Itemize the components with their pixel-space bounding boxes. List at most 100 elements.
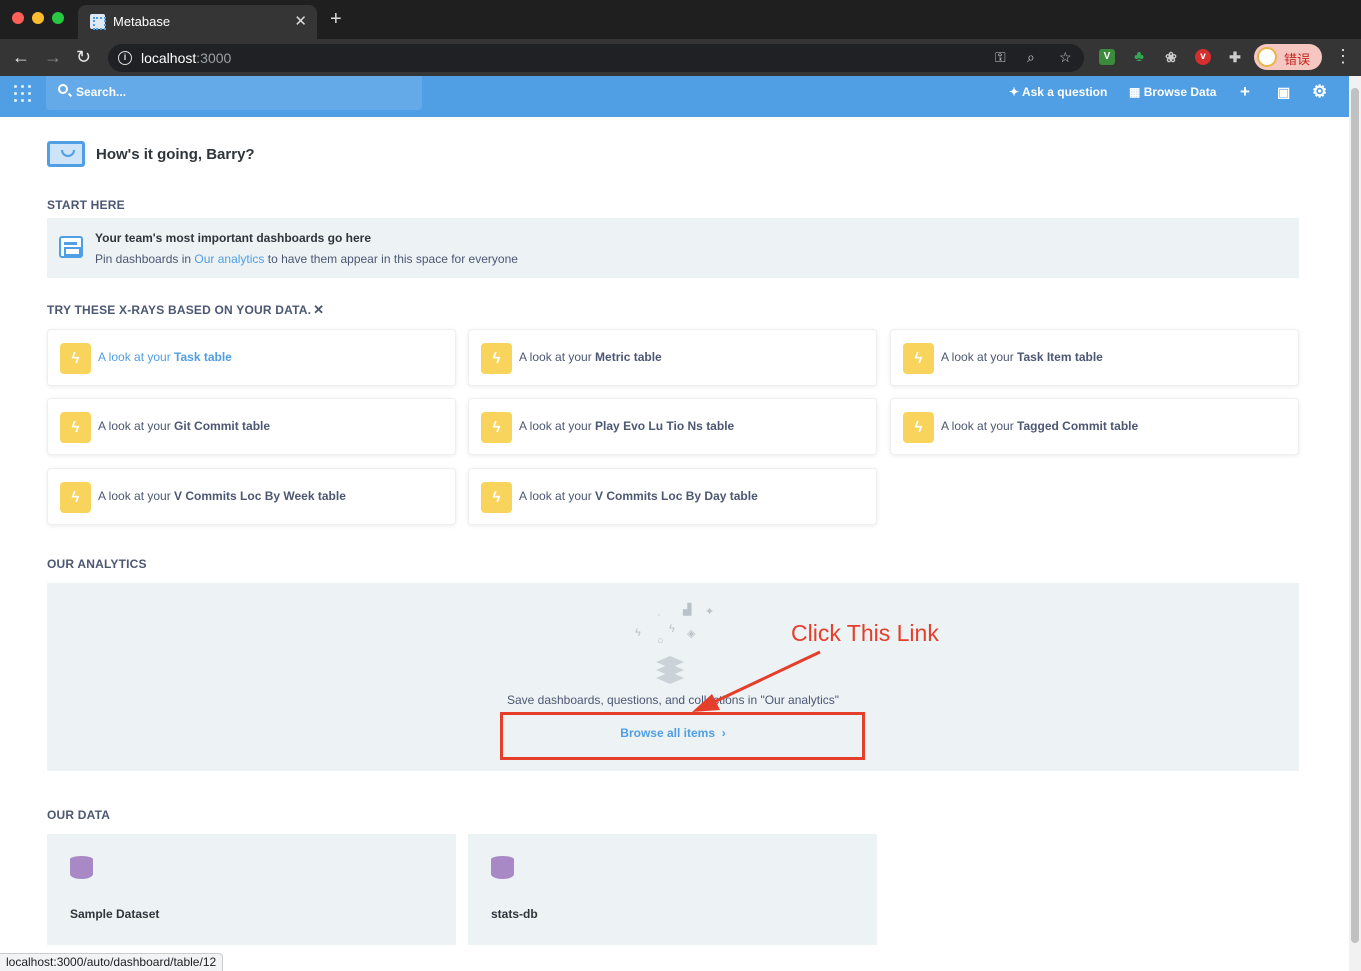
vim-extension-icon[interactable]: V bbox=[1099, 49, 1115, 65]
key-icon[interactable]: ⚿ bbox=[995, 49, 1006, 66]
xray-card[interactable]: ϟ A look at your Tagged Commit table bbox=[890, 398, 1299, 455]
our-analytics-link[interactable]: Our analytics bbox=[194, 252, 264, 266]
activity-icon[interactable]: ▣ bbox=[1277, 84, 1290, 101]
extensions-puzzle-icon[interactable]: ✚ bbox=[1227, 49, 1243, 65]
bookmark-star-icon[interactable]: ☆ bbox=[1059, 49, 1072, 66]
maximize-window-button[interactable] bbox=[52, 12, 64, 24]
dashboard-icon bbox=[59, 236, 83, 258]
new-tab-button[interactable]: + bbox=[330, 9, 342, 29]
ask-question-label: Ask a question bbox=[1021, 85, 1108, 99]
address-bar[interactable]: i localhost:3000 ⚿ ⌕ ☆ bbox=[108, 44, 1084, 72]
v-extension-icon[interactable]: v bbox=[1195, 49, 1211, 65]
gear-icon[interactable]: ⚙ bbox=[1312, 82, 1327, 102]
greeting-heading: How's it going, Barry? bbox=[96, 146, 255, 163]
database-card[interactable]: stats-db bbox=[468, 834, 877, 945]
xray-card[interactable]: ϟ A look at your V Commits Loc By Day ta… bbox=[468, 468, 877, 525]
search-input[interactable]: Search... bbox=[46, 76, 422, 110]
xray-card[interactable]: ϟ A look at your Task table bbox=[47, 329, 456, 386]
plus-icon[interactable]: + bbox=[1240, 82, 1250, 102]
metabase-logo-icon[interactable] bbox=[14, 85, 32, 103]
url-host: localhost bbox=[141, 50, 197, 66]
collection-layers-icon bbox=[654, 656, 686, 686]
dismiss-xrays-icon[interactable]: ✕ bbox=[313, 302, 324, 317]
xray-table-name: V Commits Loc By Week table bbox=[174, 489, 346, 503]
ask-question-button[interactable]: ✦ Ask a question bbox=[1009, 85, 1107, 99]
browser-menu-icon[interactable]: ⋮ bbox=[1334, 46, 1352, 67]
xray-card[interactable]: ϟ A look at your Metric table bbox=[468, 329, 877, 386]
lightning-bolt-icon: ϟ bbox=[903, 343, 934, 374]
xray-card-label: A look at your Tagged Commit table bbox=[941, 419, 1138, 433]
database-name: Sample Dataset bbox=[70, 907, 160, 921]
xray-prefix: A look at your bbox=[941, 350, 1018, 364]
minimize-window-button[interactable] bbox=[32, 12, 44, 24]
close-window-button[interactable] bbox=[12, 12, 24, 24]
sparkle-icon: ✦ bbox=[705, 606, 715, 618]
pin-description: Pin dashboards in Our analytics to have … bbox=[95, 252, 518, 266]
database-card[interactable]: Sample Dataset bbox=[47, 834, 456, 945]
pin-prefix: Pin dashboards in bbox=[95, 252, 195, 266]
close-tab-icon[interactable]: ✕ bbox=[294, 12, 307, 30]
sparkle-icon: · bbox=[657, 609, 661, 621]
back-arrow-icon[interactable]: ← bbox=[12, 46, 30, 68]
database-name: stats-db bbox=[491, 907, 538, 921]
link-status-bar: localhost:3000/auto/dashboard/table/12 bbox=[0, 953, 224, 971]
browse-data-label: Browse Data bbox=[1143, 85, 1217, 99]
xrays-title: TRY THESE X-RAYS BASED ON YOUR DATA. ✕ bbox=[47, 302, 324, 318]
metabase-favicon-icon bbox=[90, 14, 106, 30]
bar-chart-icon: ▟ bbox=[683, 604, 692, 616]
xray-table-name: Metric table bbox=[595, 350, 662, 364]
lightning-bolt-icon: ϟ bbox=[60, 482, 91, 513]
xray-card[interactable]: ϟ A look at your Git Commit table bbox=[47, 398, 456, 455]
database-icon bbox=[70, 856, 93, 880]
browse-data-button[interactable]: ▦ Browse Data bbox=[1129, 85, 1216, 99]
lightning-bolt-icon: ϟ bbox=[903, 412, 934, 443]
our-data-title: OUR DATA bbox=[47, 808, 111, 822]
site-info-icon[interactable]: i bbox=[118, 51, 132, 65]
xrays-title-text: TRY THESE X-RAYS BASED ON YOUR DATA. bbox=[47, 303, 312, 317]
xray-prefix: A look at your bbox=[519, 419, 596, 433]
sparkle-icon: ✦ bbox=[1009, 85, 1020, 99]
xray-table-name: Play Evo Lu Tio Ns table bbox=[595, 419, 735, 433]
scrollbar-thumb[interactable] bbox=[1351, 88, 1359, 943]
search-icon bbox=[58, 84, 68, 94]
lightning-bolt-icon: ϟ bbox=[481, 482, 512, 513]
grid-icon: ▦ bbox=[1129, 85, 1141, 99]
tab-title: Metabase bbox=[113, 14, 171, 29]
pin-dashboards-box: Your team's most important dashboards go… bbox=[47, 218, 1299, 278]
pin-suffix: to have them appear in this space for ev… bbox=[264, 252, 518, 266]
browser-tab[interactable]: Metabase ✕ bbox=[78, 5, 317, 39]
forward-arrow-icon[interactable]: → bbox=[44, 46, 62, 68]
lightning-bolt-icon: ϟ bbox=[481, 412, 512, 443]
xray-card-label: A look at your Task Item table bbox=[941, 350, 1103, 364]
empty-state-text: Save dashboards, questions, and collecti… bbox=[506, 693, 840, 707]
reload-icon[interactable]: ↻ bbox=[76, 46, 91, 68]
xray-prefix: A look at your bbox=[98, 350, 175, 364]
xray-prefix: A look at your bbox=[519, 350, 596, 364]
brain-extension-icon[interactable]: ❀ bbox=[1163, 49, 1179, 65]
zoom-icon[interactable]: ⌕ bbox=[1027, 49, 1035, 66]
url-text[interactable]: localhost:3000 bbox=[141, 50, 231, 66]
lightning-bolt-icon: ϟ bbox=[635, 627, 641, 639]
evernote-extension-icon[interactable]: ♣ bbox=[1131, 49, 1147, 65]
pin-title: Your team's most important dashboards go… bbox=[95, 231, 372, 245]
profile-button[interactable]: 错误 bbox=[1254, 44, 1322, 70]
xray-prefix: A look at your bbox=[98, 489, 175, 503]
url-port: :3000 bbox=[196, 50, 232, 66]
xray-table-name: Tagged Commit table bbox=[1017, 419, 1139, 433]
our-analytics-title: OUR ANALYTICS bbox=[47, 557, 147, 571]
browser-toolbar: ← → ↻ i localhost:3000 ⚿ ⌕ ☆ V ♣ ❀ v ✚ 错… bbox=[0, 39, 1361, 76]
xray-card[interactable]: ϟ A look at your Play Evo Lu Tio Ns tabl… bbox=[468, 398, 877, 455]
circle-icon: ○ bbox=[657, 635, 664, 647]
xray-table-name: Git Commit table bbox=[174, 419, 271, 433]
xray-card-label: A look at your Task table bbox=[98, 350, 232, 364]
lightning-bolt-icon: ϟ bbox=[481, 343, 512, 374]
xray-card-label: A look at your V Commits Loc By Day tabl… bbox=[519, 489, 758, 503]
database-icon bbox=[491, 856, 514, 880]
annotation-highlight-box bbox=[500, 712, 865, 760]
xray-card[interactable]: ϟ A look at your V Commits Loc By Week t… bbox=[47, 468, 456, 525]
xray-table-name: Task Item table bbox=[1017, 350, 1103, 364]
xray-card[interactable]: ϟ A look at your Task Item table bbox=[890, 329, 1299, 386]
lightning-bolt-icon: ϟ bbox=[669, 623, 675, 635]
metabase-nav-bar: Search... ✦ Ask a question ▦ Browse Data… bbox=[0, 76, 1349, 117]
xray-card-label: A look at your Metric table bbox=[519, 350, 662, 364]
